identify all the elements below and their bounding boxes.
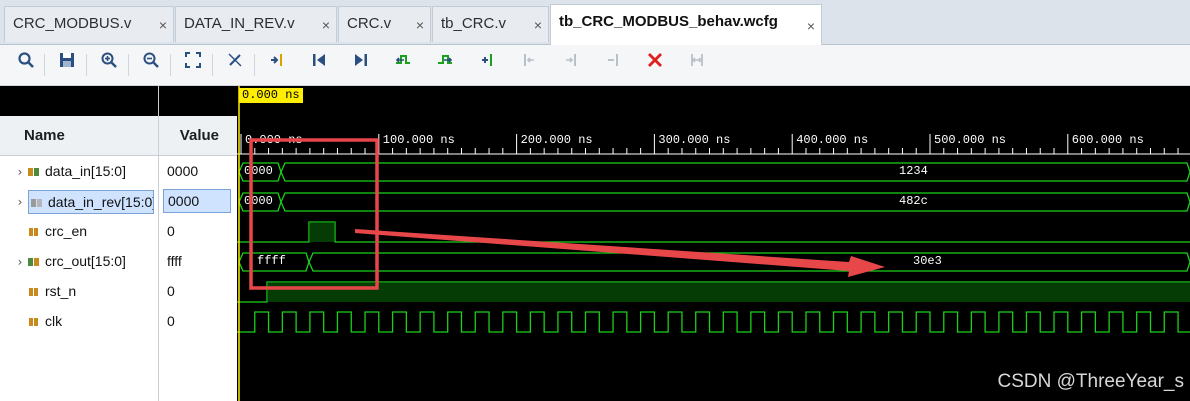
tab-label: tb_CRC_MODBUS_behav.wcfg: [559, 13, 778, 30]
signal-row-data-in-rev[interactable]: › data_in_rev[15:0]: [0, 188, 158, 215]
tab-tb-crc-v[interactable]: tb_CRC.v ×: [432, 6, 549, 42]
bus-value-final: 1234: [899, 164, 928, 178]
tab-label: CRC_MODBUS.v: [13, 15, 132, 32]
toolbar-separator: [170, 54, 171, 76]
crc-en-high-fill: [309, 222, 335, 242]
rst-n-high-fill: [267, 282, 1190, 302]
signal-name: data_in_rev[15:0]: [48, 194, 154, 211]
add-marker-icon[interactable]: [474, 51, 500, 77]
swap-cursors-icon[interactable]: [684, 51, 710, 77]
bus-value-initial: 0000: [244, 164, 273, 178]
expand-chevron-icon[interactable]: ›: [12, 249, 28, 275]
value-column-header[interactable]: Value: [159, 116, 237, 156]
tab-data-in-rev-v[interactable]: DATA_IN_REV.v ×: [175, 6, 337, 42]
go-to-start-icon[interactable]: [306, 51, 332, 77]
signal-value: ffff: [167, 253, 182, 269]
crc-en-wave: [237, 221, 1190, 243]
name-column-header[interactable]: Name: [0, 116, 158, 156]
delete-marker-icon[interactable]: [600, 51, 626, 77]
signal-value: 0: [167, 223, 175, 239]
delete-icon[interactable]: [642, 51, 668, 77]
bus-segment: [280, 162, 1190, 182]
go-to-end-icon[interactable]: [348, 51, 374, 77]
tab-label: CRC.v: [347, 15, 392, 32]
waveform-panel[interactable]: 0.000 ns 0.000 ns 100.000 ns 200.000 ns 300…: [237, 86, 1190, 401]
toolbar-separator: [44, 54, 45, 76]
tick-label: 400.000 ns: [796, 133, 869, 147]
bus-value-final: 30e3: [913, 254, 942, 268]
tick-label: 600.000 ns: [1071, 133, 1144, 147]
bus-segment: [308, 252, 1190, 272]
close-icon[interactable]: ×: [807, 9, 815, 43]
toolbar-separator: [254, 54, 255, 76]
waveforms: [237, 162, 1190, 333]
internal-bus-icon: [31, 199, 42, 208]
save-icon[interactable]: [54, 51, 80, 77]
signal-name-panel: Name › data_in[15:0] › data_in_rev[15:0] c…: [0, 86, 158, 401]
signal-value: 0000: [167, 163, 199, 179]
zoom-in-icon[interactable]: [96, 51, 122, 77]
input-bit-icon: [29, 228, 38, 236]
close-icon[interactable]: ×: [534, 8, 542, 42]
signal-row-crc-out[interactable]: › crc_out[15:0]: [0, 248, 158, 274]
tick-label: 500.000 ns: [934, 133, 1007, 147]
signal-value: 0: [167, 283, 175, 299]
tick-label: 200.000 ns: [520, 133, 593, 147]
close-icon[interactable]: ×: [322, 8, 330, 42]
input-bus-icon: [28, 168, 39, 176]
name-panel-top: [0, 86, 158, 116]
tick-label: 300.000 ns: [658, 133, 731, 147]
previous-transition-icon[interactable]: [390, 51, 416, 77]
signal-row-clk[interactable]: clk: [0, 308, 158, 334]
go-to-cursor-icon[interactable]: [264, 51, 290, 77]
signal-name: rst_n: [45, 283, 77, 299]
signal-row-rst-n[interactable]: rst_n: [0, 278, 158, 304]
editor-tab-bar: CRC_MODBUS.v × DATA_IN_REV.v × CRC.v × t…: [0, 0, 1190, 45]
previous-marker-icon[interactable]: [516, 51, 542, 77]
input-bit-icon: [29, 318, 38, 326]
zoom-fit-icon[interactable]: [180, 51, 206, 77]
tab-crc-modbus-v[interactable]: CRC_MODBUS.v ×: [4, 6, 174, 42]
input-bit-icon: [29, 288, 38, 296]
signal-name: clk: [45, 313, 63, 329]
close-icon[interactable]: ×: [416, 8, 424, 42]
bus-value-final: 482c: [899, 194, 928, 208]
zoom-out-icon[interactable]: [138, 51, 164, 77]
tick-label: 100.000 ns: [382, 133, 455, 147]
watermark: CSDN @ThreeYear_s: [997, 371, 1185, 392]
tab-label: tb_CRC.v: [441, 15, 507, 32]
value-panel-top: [159, 86, 237, 116]
toolbar-separator: [212, 54, 213, 76]
tab-label: DATA_IN_REV.v: [184, 15, 295, 32]
signal-name: crc_out[15:0]: [45, 253, 126, 269]
signal-row-data-in[interactable]: › data_in[15:0]: [0, 158, 158, 184]
signal-name: data_in[15:0]: [45, 163, 126, 179]
bus-value-initial: 0000: [244, 194, 273, 208]
expand-chevron-icon[interactable]: ›: [12, 159, 28, 185]
clk-wave: [237, 311, 1190, 333]
output-bus-icon: [28, 258, 39, 266]
toolbar-separator: [86, 54, 87, 76]
signal-value: 0: [167, 313, 175, 329]
close-icon[interactable]: ×: [159, 8, 167, 42]
search-icon[interactable]: [13, 51, 39, 77]
signal-value-panel: Value 0000 0000 0 ffff 0 0: [158, 86, 237, 401]
snap-icon[interactable]: [222, 51, 248, 77]
signal-value-selected: 0000: [163, 189, 231, 213]
selected-signal-highlight: data_in_rev[15:0]: [28, 190, 154, 215]
tab-crc-v[interactable]: CRC.v ×: [338, 6, 431, 42]
bus-segment: [280, 192, 1190, 212]
next-marker-icon[interactable]: [558, 51, 584, 77]
signal-row-crc-en[interactable]: crc_en: [0, 218, 158, 244]
waveform-toolbar: [0, 45, 1190, 86]
tab-tb-crc-modbus-behav-wcfg[interactable]: tb_CRC_MODBUS_behav.wcfg ×: [550, 4, 822, 45]
tick-label: 0.000 ns: [245, 133, 303, 147]
bus-value-initial: ffff: [257, 254, 286, 268]
next-transition-icon[interactable]: [432, 51, 458, 77]
signal-name: crc_en: [45, 223, 88, 239]
cursor-time-label: 0.000 ns: [239, 88, 303, 103]
expand-chevron-icon[interactable]: ›: [12, 189, 28, 215]
toolbar-separator: [128, 54, 129, 76]
